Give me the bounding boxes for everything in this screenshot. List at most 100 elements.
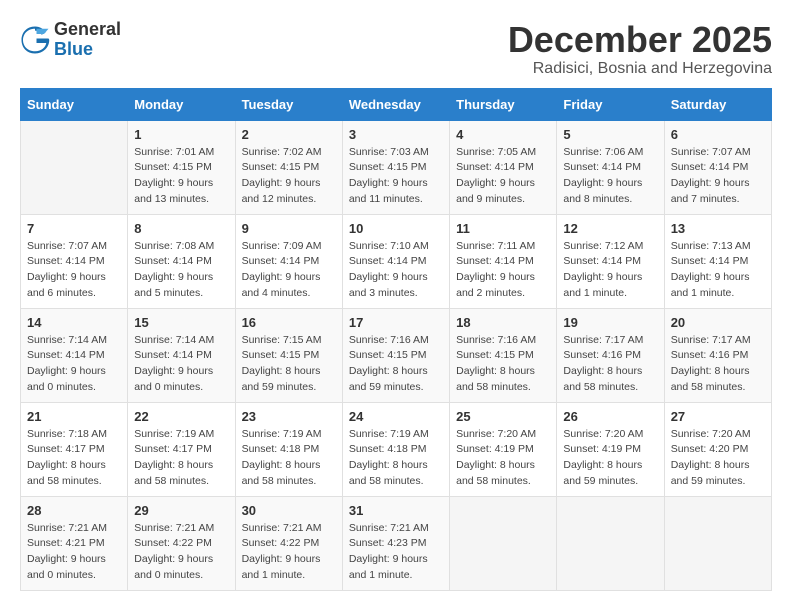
calendar-day-cell: 16 Sunrise: 7:15 AMSunset: 4:15 PMDayligh… — [235, 308, 342, 402]
calendar-day-cell: 12 Sunrise: 7:12 AMSunset: 4:14 PMDayligh… — [557, 214, 664, 308]
calendar-day-cell: 20 Sunrise: 7:17 AMSunset: 4:16 PMDayligh… — [664, 308, 771, 402]
calendar-day-cell: 29 Sunrise: 7:21 AMSunset: 4:22 PMDayligh… — [128, 496, 235, 590]
day-info: Sunrise: 7:06 AMSunset: 4:14 PMDaylight:… — [563, 145, 657, 208]
calendar-day-cell: 2 Sunrise: 7:02 AMSunset: 4:15 PMDaylight… — [235, 120, 342, 214]
day-info: Sunrise: 7:12 AMSunset: 4:14 PMDaylight:… — [563, 239, 657, 302]
logo: General Blue — [20, 20, 121, 60]
calendar-day-cell: 13 Sunrise: 7:13 AMSunset: 4:14 PMDayligh… — [664, 214, 771, 308]
calendar-day-cell: 3 Sunrise: 7:03 AMSunset: 4:15 PMDaylight… — [342, 120, 449, 214]
day-info: Sunrise: 7:10 AMSunset: 4:14 PMDaylight:… — [349, 239, 443, 302]
calendar-week-row: 28 Sunrise: 7:21 AMSunset: 4:21 PMDayligh… — [21, 496, 772, 590]
calendar-week-row: 7 Sunrise: 7:07 AMSunset: 4:14 PMDaylight… — [21, 214, 772, 308]
calendar-day-cell — [450, 496, 557, 590]
calendar-week-row: 1 Sunrise: 7:01 AMSunset: 4:15 PMDaylight… — [21, 120, 772, 214]
calendar-day-cell: 11 Sunrise: 7:11 AMSunset: 4:14 PMDayligh… — [450, 214, 557, 308]
day-info: Sunrise: 7:20 AMSunset: 4:20 PMDaylight:… — [671, 427, 765, 490]
day-number: 18 — [456, 315, 550, 330]
day-number: 7 — [27, 221, 121, 236]
day-info: Sunrise: 7:16 AMSunset: 4:15 PMDaylight:… — [349, 333, 443, 396]
calendar-day-cell — [664, 496, 771, 590]
day-info: Sunrise: 7:16 AMSunset: 4:15 PMDaylight:… — [456, 333, 550, 396]
day-info: Sunrise: 7:11 AMSunset: 4:14 PMDaylight:… — [456, 239, 550, 302]
day-info: Sunrise: 7:17 AMSunset: 4:16 PMDaylight:… — [671, 333, 765, 396]
calendar-day-cell: 7 Sunrise: 7:07 AMSunset: 4:14 PMDaylight… — [21, 214, 128, 308]
day-info: Sunrise: 7:21 AMSunset: 4:22 PMDaylight:… — [134, 521, 228, 584]
day-info: Sunrise: 7:07 AMSunset: 4:14 PMDaylight:… — [671, 145, 765, 208]
day-info: Sunrise: 7:18 AMSunset: 4:17 PMDaylight:… — [27, 427, 121, 490]
day-info: Sunrise: 7:05 AMSunset: 4:14 PMDaylight:… — [456, 145, 550, 208]
day-of-week-header: Tuesday — [235, 88, 342, 120]
calendar-day-cell: 26 Sunrise: 7:20 AMSunset: 4:19 PMDayligh… — [557, 402, 664, 496]
page-header: General Blue December 2025 Radisici, Bos… — [20, 20, 772, 78]
day-number: 19 — [563, 315, 657, 330]
day-number: 12 — [563, 221, 657, 236]
day-number: 8 — [134, 221, 228, 236]
calendar-day-cell: 17 Sunrise: 7:16 AMSunset: 4:15 PMDayligh… — [342, 308, 449, 402]
day-number: 16 — [242, 315, 336, 330]
day-of-week-header: Wednesday — [342, 88, 449, 120]
day-number: 31 — [349, 503, 443, 518]
day-number: 5 — [563, 127, 657, 142]
day-of-week-header: Monday — [128, 88, 235, 120]
day-info: Sunrise: 7:02 AMSunset: 4:15 PMDaylight:… — [242, 145, 336, 208]
day-number: 15 — [134, 315, 228, 330]
calendar-day-cell: 18 Sunrise: 7:16 AMSunset: 4:15 PMDayligh… — [450, 308, 557, 402]
day-number: 3 — [349, 127, 443, 142]
calendar-day-cell: 24Sunrise: 7:19 AMSunset: 4:18 PMDayligh… — [342, 402, 449, 496]
day-number: 23 — [242, 409, 336, 424]
calendar-day-cell: 23 Sunrise: 7:19 AMSunset: 4:18 PMDayligh… — [235, 402, 342, 496]
day-info: Sunrise: 7:01 AMSunset: 4:15 PMDaylight:… — [134, 145, 228, 208]
day-info: Sunrise: 7:13 AMSunset: 4:14 PMDaylight:… — [671, 239, 765, 302]
day-info: Sunrise: 7:19 AMSunset: 4:18 PMDaylight:… — [242, 427, 336, 490]
day-info: Sunrise: 7:08 AMSunset: 4:14 PMDaylight:… — [134, 239, 228, 302]
day-number: 25 — [456, 409, 550, 424]
day-number: 1 — [134, 127, 228, 142]
day-info: Sunrise: 7:20 AMSunset: 4:19 PMDaylight:… — [456, 427, 550, 490]
day-number: 20 — [671, 315, 765, 330]
day-info: Sunrise: 7:03 AMSunset: 4:15 PMDaylight:… — [349, 145, 443, 208]
calendar-day-cell — [21, 120, 128, 214]
day-number: 29 — [134, 503, 228, 518]
day-number: 26 — [563, 409, 657, 424]
day-number: 2 — [242, 127, 336, 142]
day-of-week-header: Friday — [557, 88, 664, 120]
day-number: 13 — [671, 221, 765, 236]
calendar-day-cell: 9Sunrise: 7:09 AMSunset: 4:14 PMDaylight… — [235, 214, 342, 308]
calendar-day-cell: 31 Sunrise: 7:21 AMSunset: 4:23 PMDayligh… — [342, 496, 449, 590]
day-of-week-header: Saturday — [664, 88, 771, 120]
calendar-day-cell: 28 Sunrise: 7:21 AMSunset: 4:21 PMDayligh… — [21, 496, 128, 590]
calendar-week-row: 21Sunrise: 7:18 AMSunset: 4:17 PMDayligh… — [21, 402, 772, 496]
calendar-day-cell — [557, 496, 664, 590]
calendar-day-cell: 21Sunrise: 7:18 AMSunset: 4:17 PMDayligh… — [21, 402, 128, 496]
calendar-day-cell: 22 Sunrise: 7:19 AMSunset: 4:17 PMDayligh… — [128, 402, 235, 496]
title-area: December 2025 Radisici, Bosnia and Herze… — [508, 20, 772, 78]
page-title: December 2025 — [508, 20, 772, 60]
calendar-day-cell: 6 Sunrise: 7:07 AMSunset: 4:14 PMDaylight… — [664, 120, 771, 214]
day-number: 17 — [349, 315, 443, 330]
day-info: Sunrise: 7:07 AMSunset: 4:14 PMDaylight:… — [27, 239, 121, 302]
calendar-day-cell: 5 Sunrise: 7:06 AMSunset: 4:14 PMDaylight… — [557, 120, 664, 214]
calendar-day-cell: 10Sunrise: 7:10 AMSunset: 4:14 PMDayligh… — [342, 214, 449, 308]
day-number: 6 — [671, 127, 765, 142]
day-info: Sunrise: 7:15 AMSunset: 4:15 PMDaylight:… — [242, 333, 336, 396]
day-number: 11 — [456, 221, 550, 236]
day-number: 24 — [349, 409, 443, 424]
calendar-day-cell: 1 Sunrise: 7:01 AMSunset: 4:15 PMDaylight… — [128, 120, 235, 214]
calendar-day-cell: 27Sunrise: 7:20 AMSunset: 4:20 PMDayligh… — [664, 402, 771, 496]
calendar-day-cell: 4Sunrise: 7:05 AMSunset: 4:14 PMDaylight… — [450, 120, 557, 214]
calendar-header-row: SundayMondayTuesdayWednesdayThursdayFrid… — [21, 88, 772, 120]
day-info: Sunrise: 7:21 AMSunset: 4:23 PMDaylight:… — [349, 521, 443, 584]
day-info: Sunrise: 7:21 AMSunset: 4:22 PMDaylight:… — [242, 521, 336, 584]
day-of-week-header: Thursday — [450, 88, 557, 120]
day-number: 28 — [27, 503, 121, 518]
day-info: Sunrise: 7:21 AMSunset: 4:21 PMDaylight:… — [27, 521, 121, 584]
day-info: Sunrise: 7:17 AMSunset: 4:16 PMDaylight:… — [563, 333, 657, 396]
day-number: 9 — [242, 221, 336, 236]
calendar-day-cell: 15Sunrise: 7:14 AMSunset: 4:14 PMDayligh… — [128, 308, 235, 402]
calendar-day-cell: 8 Sunrise: 7:08 AMSunset: 4:14 PMDaylight… — [128, 214, 235, 308]
day-number: 22 — [134, 409, 228, 424]
day-number: 14 — [27, 315, 121, 330]
day-info: Sunrise: 7:19 AMSunset: 4:17 PMDaylight:… — [134, 427, 228, 490]
day-info: Sunrise: 7:14 AMSunset: 4:14 PMDaylight:… — [27, 333, 121, 396]
day-info: Sunrise: 7:20 AMSunset: 4:19 PMDaylight:… — [563, 427, 657, 490]
